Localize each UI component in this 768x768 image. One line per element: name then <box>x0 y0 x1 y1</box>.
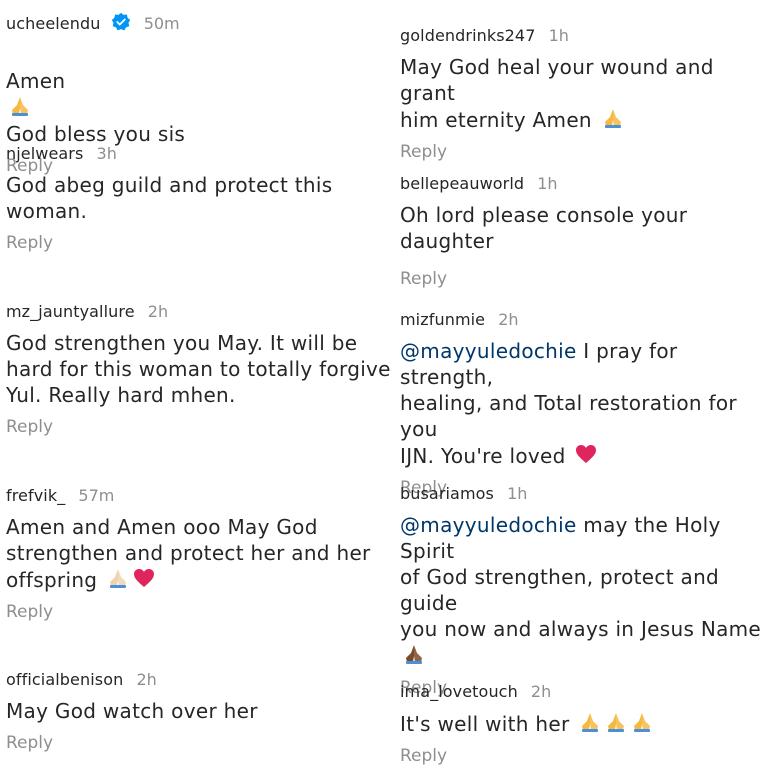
comment-time[interactable]: 2h <box>498 310 518 329</box>
comment-time[interactable]: 2h <box>136 670 156 689</box>
comment-username[interactable]: bellepeauworld <box>400 174 524 193</box>
comment-item: officialbenison 2h May God watch over he… <box>6 670 392 754</box>
verified-badge-icon <box>111 12 131 32</box>
comment-text: May God heal your wound and grant him et… <box>400 55 714 132</box>
comment-time[interactable]: 1h <box>549 26 569 45</box>
folded-hands-icon <box>604 710 628 734</box>
red-heart-icon <box>574 442 598 466</box>
folded-hands-icon <box>601 106 625 130</box>
comment-item: goldendrinks247 1h May God heal your wou… <box>400 26 768 163</box>
reply-button[interactable]: Reply <box>6 416 392 438</box>
comment-username[interactable]: ucheelendu <box>6 14 101 33</box>
comment-username[interactable]: goldendrinks247 <box>400 26 536 45</box>
mention-link[interactable]: @mayyuledochie <box>400 513 577 537</box>
comment-username[interactable]: mz_jauntyallure <box>6 302 135 321</box>
red-heart-icon <box>132 566 156 590</box>
comment-username[interactable]: frefvik_ <box>6 486 65 505</box>
folded-hands-icon <box>8 94 32 118</box>
comment-item: busariamos 1h @mayyuledochie may the Hol… <box>400 484 768 699</box>
folded-hands-icon <box>578 710 602 734</box>
reply-button[interactable]: Reply <box>400 745 768 767</box>
comment-username[interactable]: mizfunmie <box>400 310 485 329</box>
folded-hands-icon <box>402 642 426 666</box>
comment-time[interactable]: 2h <box>531 682 551 701</box>
comment-time[interactable]: 1h <box>537 174 557 193</box>
mention-link[interactable]: @mayyuledochie <box>400 339 577 363</box>
comment-item: mizfunmie 2h @mayyuledochie I pray for s… <box>400 310 768 499</box>
comment-username[interactable]: ima_lovetouch <box>400 682 518 701</box>
comment-text: Amen God bless you sis <box>6 69 186 146</box>
comments-column-left: ucheelendu 50m Amen God bless you sis Re… <box>0 0 392 768</box>
comment-item: bellepeauworld 1h Oh lord please console… <box>400 174 768 290</box>
reply-button[interactable]: Reply <box>6 601 392 623</box>
comment-text: God abeg guild and protect this woman. <box>6 173 333 223</box>
reply-button[interactable]: Reply <box>400 268 768 290</box>
comment-username[interactable]: officialbenison <box>6 670 123 689</box>
comment-text: May God watch over her <box>6 699 258 723</box>
comment-username[interactable]: njelwears <box>6 144 83 163</box>
folded-hands-icon <box>106 566 130 590</box>
comment-username[interactable]: busariamos <box>400 484 494 503</box>
comment-item: mz_jauntyallure 2h God strengthen you Ma… <box>6 302 392 438</box>
comment-item: frefvik_ 57m Amen and Amen ooo May God s… <box>6 486 392 623</box>
reply-button[interactable]: Reply <box>400 141 768 163</box>
comment-text: God strengthen you May. It will be hard … <box>6 331 391 407</box>
comment-text: Oh lord please console your daughter <box>400 203 688 253</box>
comment-text: @mayyuledochie may the Holy Spirit of Go… <box>400 512 768 669</box>
comment-time[interactable]: 3h <box>97 144 117 163</box>
reply-button[interactable]: Reply <box>6 232 392 254</box>
comment-time[interactable]: 2h <box>148 302 168 321</box>
comment-text: Amen and Amen ooo May God strengthen and… <box>6 515 371 592</box>
folded-hands-icon <box>630 710 654 734</box>
comment-time[interactable]: 1h <box>507 484 527 503</box>
comment-time[interactable]: 50m <box>144 14 180 33</box>
comment-text: It's well with her <box>400 710 768 737</box>
comments-column-right: goldendrinks247 1h May God heal your wou… <box>392 0 768 768</box>
comment-time[interactable]: 57m <box>78 486 114 505</box>
comment-item: njelwears 3h God abeg guild and protect … <box>6 144 392 254</box>
comment-text: @mayyuledochie I pray for strength, heal… <box>400 339 737 468</box>
comment-item: ima_lovetouch 2h It's well with her Repl… <box>400 682 768 767</box>
reply-button[interactable]: Reply <box>6 732 392 754</box>
